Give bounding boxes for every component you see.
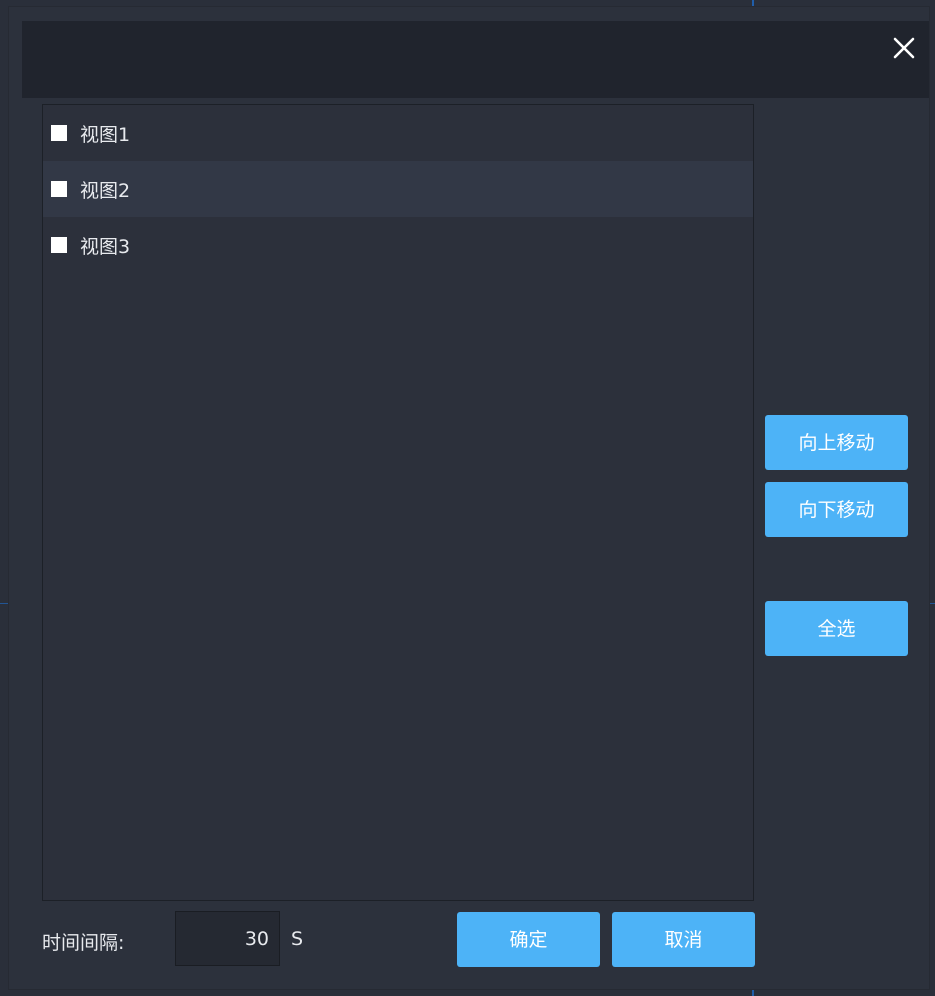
move-down-button[interactable]: 向下移动 — [765, 482, 908, 537]
view-order-dialog: 视图1 视图2 视图3 向上移动 向下移动 全选 时间间隔: S 确定 取消 — [9, 7, 929, 989]
select-all-button[interactable]: 全选 — [765, 601, 908, 656]
view-2-checkbox[interactable] — [51, 181, 67, 197]
list-item[interactable]: 视图2 — [43, 161, 753, 217]
view-list[interactable]: 视图1 视图2 视图3 — [42, 104, 754, 901]
dialog-footer: 时间间隔: S 确定 取消 — [42, 910, 755, 968]
dialog-titlebar — [22, 21, 929, 98]
close-button[interactable] — [891, 35, 917, 61]
list-item-label: 视图2 — [80, 179, 131, 202]
list-item-label: 视图1 — [80, 123, 131, 146]
view-3-checkbox[interactable] — [51, 237, 67, 253]
list-item[interactable]: 视图1 — [43, 105, 753, 161]
interval-input[interactable] — [175, 911, 280, 966]
list-item[interactable]: 视图3 — [43, 217, 753, 273]
view-1-checkbox[interactable] — [51, 125, 67, 141]
interval-label: 时间间隔: — [42, 932, 125, 954]
list-item-label: 视图3 — [80, 235, 131, 258]
interval-unit: S — [291, 928, 304, 950]
confirm-button[interactable]: 确定 — [457, 912, 600, 967]
move-up-button[interactable]: 向上移动 — [765, 415, 908, 470]
close-icon — [893, 37, 915, 59]
cancel-button[interactable]: 取消 — [612, 912, 755, 967]
